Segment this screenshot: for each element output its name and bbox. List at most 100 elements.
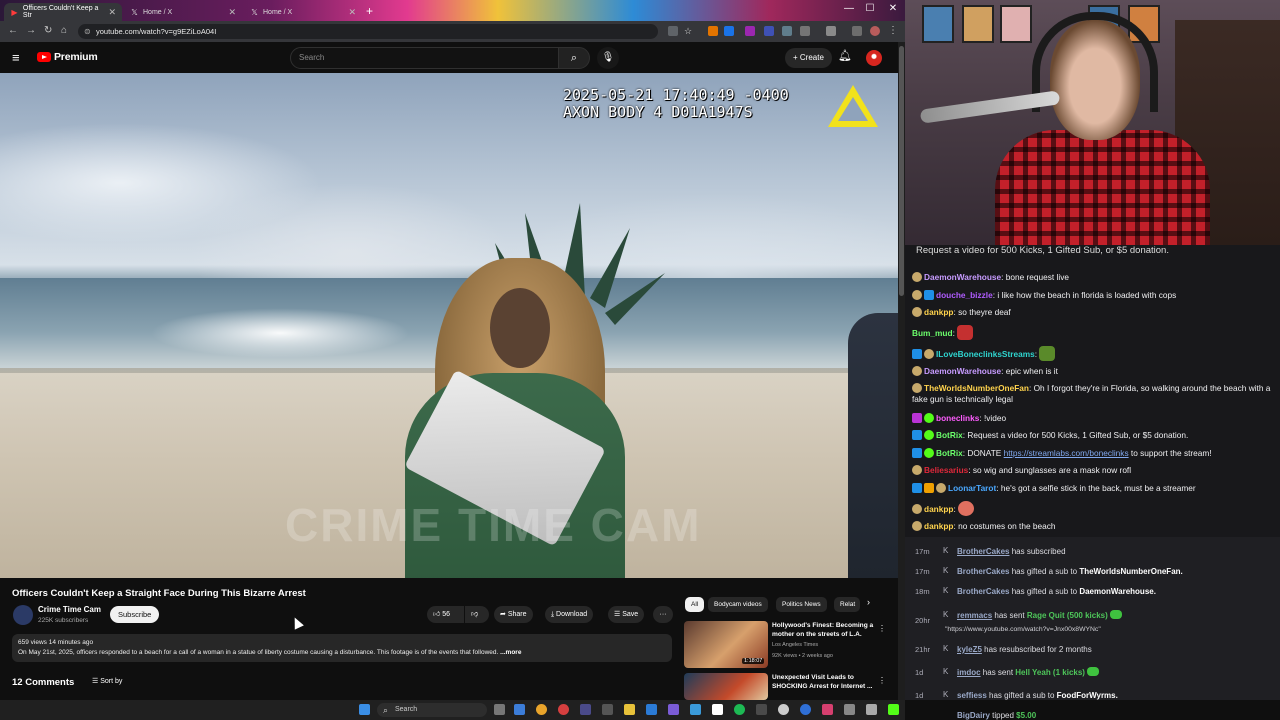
app-icon[interactable] [866, 704, 877, 715]
chevron-right-icon[interactable]: › [867, 597, 870, 607]
event-user[interactable]: kyleZ5 [957, 645, 982, 654]
share-button[interactable]: ➦ Share [494, 606, 533, 623]
chat-username[interactable]: DaemonWarehouse [924, 366, 1001, 376]
app-icon[interactable] [690, 704, 701, 715]
event-user[interactable]: BrotherCakes [957, 587, 1009, 596]
chip-related[interactable]: Relat [834, 597, 860, 612]
file-explorer-icon[interactable] [624, 704, 635, 715]
recommendation-channel[interactable]: Los Angeles Times [772, 642, 818, 650]
voice-search-button[interactable]: 🎙 [597, 47, 619, 69]
chat-username[interactable]: DaemonWarehouse [924, 272, 1001, 282]
page-scrollbar[interactable] [898, 42, 905, 700]
app-icon[interactable] [580, 704, 591, 715]
tab-x-home-2[interactable]: 𝕏 Home / X ✕ [244, 3, 362, 21]
menu-icon[interactable]: ≡ [12, 51, 20, 64]
cast-icon[interactable] [668, 26, 678, 36]
profile-avatar[interactable] [870, 26, 880, 36]
create-button[interactable]: + Create [785, 48, 832, 68]
channel-name[interactable]: Crime Time Cam [38, 605, 101, 614]
app-icon[interactable] [756, 704, 767, 715]
extension-icon[interactable] [764, 26, 774, 36]
chat-username[interactable]: ILoveBoneclinksStreams [936, 349, 1035, 359]
close-icon[interactable]: ✕ [108, 7, 116, 18]
url-field[interactable]: ⊜ youtube.com/watch?v=g9EZiLoA04I [78, 24, 658, 39]
chip-politics-news[interactable]: Politics News [776, 597, 827, 612]
video-player[interactable]: 2025-05-21 17:40:49 -0400 AXON BODY 4 D0… [0, 73, 898, 578]
chip-bodycam-videos[interactable]: Bodycam videos [708, 597, 768, 612]
chat-username[interactable]: Bum_mud [912, 328, 953, 338]
spotify-icon[interactable] [734, 704, 745, 715]
event-target[interactable]: DaemonWarehouse. [1079, 587, 1156, 596]
app-icon[interactable] [800, 704, 811, 715]
sidebar-icon[interactable] [826, 26, 836, 36]
extension-icon[interactable] [782, 26, 792, 36]
chat-username[interactable]: dankpp [924, 307, 954, 317]
app-icon[interactable] [778, 704, 789, 715]
new-tab-icon[interactable]: + [366, 4, 373, 18]
channel-avatar[interactable] [13, 605, 33, 625]
event-user[interactable]: imdoc [957, 668, 981, 677]
chat-username[interactable]: douche_bizzle [936, 290, 993, 300]
event-target[interactable]: FoodForWyrms. [1057, 691, 1118, 700]
more-actions-button[interactable]: ··· [653, 606, 673, 623]
extension-icon[interactable] [708, 26, 718, 36]
edge-icon[interactable] [514, 704, 525, 715]
chat-link[interactable]: https://streamlabs.com/boneclinks [1004, 448, 1129, 458]
show-more-link[interactable]: ...more [500, 649, 521, 656]
start-icon[interactable] [359, 704, 370, 715]
back-icon[interactable]: ← [8, 25, 18, 36]
like-button[interactable]: 👍︎ 56 [427, 606, 464, 623]
chat-username[interactable]: dankpp [924, 504, 954, 514]
recommendation-thumbnail[interactable] [684, 673, 768, 700]
chat-username[interactable]: dankpp [924, 521, 954, 531]
sort-by-button[interactable]: ☰ Sort by [92, 677, 122, 685]
account-avatar[interactable] [866, 50, 882, 66]
app-icon[interactable] [646, 704, 657, 715]
reload-icon[interactable]: ↻ [44, 25, 52, 36]
extensions-puzzle-icon[interactable] [800, 26, 810, 36]
dislike-button[interactable]: 👎︎ [465, 606, 489, 623]
app-icon[interactable] [844, 704, 855, 715]
app-icon[interactable] [668, 704, 679, 715]
app-icon[interactable] [712, 704, 723, 715]
close-icon[interactable]: ✕ [348, 7, 356, 18]
search-button[interactable]: ⌕ [558, 47, 590, 69]
chat-username[interactable]: BotRix [936, 448, 963, 458]
event-user[interactable]: BrotherCakes [957, 547, 1009, 556]
save-button[interactable]: ☰ Save [608, 606, 645, 623]
chat-username[interactable]: TheWorldsNumberOneFan [924, 383, 1029, 393]
youtube-logo[interactable]: Premium [37, 51, 98, 63]
minimize-icon[interactable]: — [838, 3, 860, 14]
browser-icon[interactable] [558, 704, 569, 715]
chat-username[interactable]: LoonarTarot [948, 483, 996, 493]
event-user[interactable]: BrotherCakes [957, 567, 1009, 576]
window-close-icon[interactable]: ✕ [882, 3, 904, 14]
chat-username[interactable]: BotRix [936, 430, 963, 440]
bookmark-star-icon[interactable]: ☆ [684, 26, 694, 36]
site-info-icon[interactable]: ⊜ [84, 24, 91, 39]
subscribe-button[interactable]: Subscribe [110, 606, 160, 623]
app-icon[interactable] [602, 704, 613, 715]
description-box[interactable]: 659 views 14 minutes ago On May 21st, 20… [12, 634, 672, 662]
more-vertical-icon[interactable]: ⋮ [878, 624, 886, 633]
task-view-icon[interactable] [494, 704, 505, 715]
close-icon[interactable]: ✕ [228, 7, 236, 18]
extension-icon[interactable] [852, 26, 862, 36]
recommendation-title[interactable]: Hollywood's Finest: Becoming a mother on… [772, 622, 880, 639]
recommendation-title[interactable]: Unexpected Visit Leads to SHOCKING Arres… [772, 674, 880, 691]
notifications-bell-icon[interactable]: 🔔︎ [838, 49, 852, 62]
chrome-icon[interactable] [536, 704, 547, 715]
kick-app-icon[interactable] [888, 704, 899, 715]
event-target[interactable]: TheWorldsNumberOneFan. [1079, 567, 1182, 576]
maps-pin-icon[interactable] [822, 704, 833, 715]
download-button[interactable]: ⤓ Download [545, 606, 594, 623]
scrollbar-thumb[interactable] [899, 46, 904, 296]
taskbar-search[interactable]: Search [377, 703, 487, 717]
chat-username[interactable]: boneclinks [936, 413, 979, 423]
extension-icon[interactable] [724, 26, 734, 36]
home-icon[interactable]: ⌂ [61, 25, 67, 36]
browser-menu-icon[interactable]: ⋮ [888, 25, 898, 36]
search-input[interactable]: Search [290, 47, 560, 69]
maximize-icon[interactable]: ☐ [859, 3, 881, 14]
event-user[interactable]: remmacs [957, 611, 992, 620]
